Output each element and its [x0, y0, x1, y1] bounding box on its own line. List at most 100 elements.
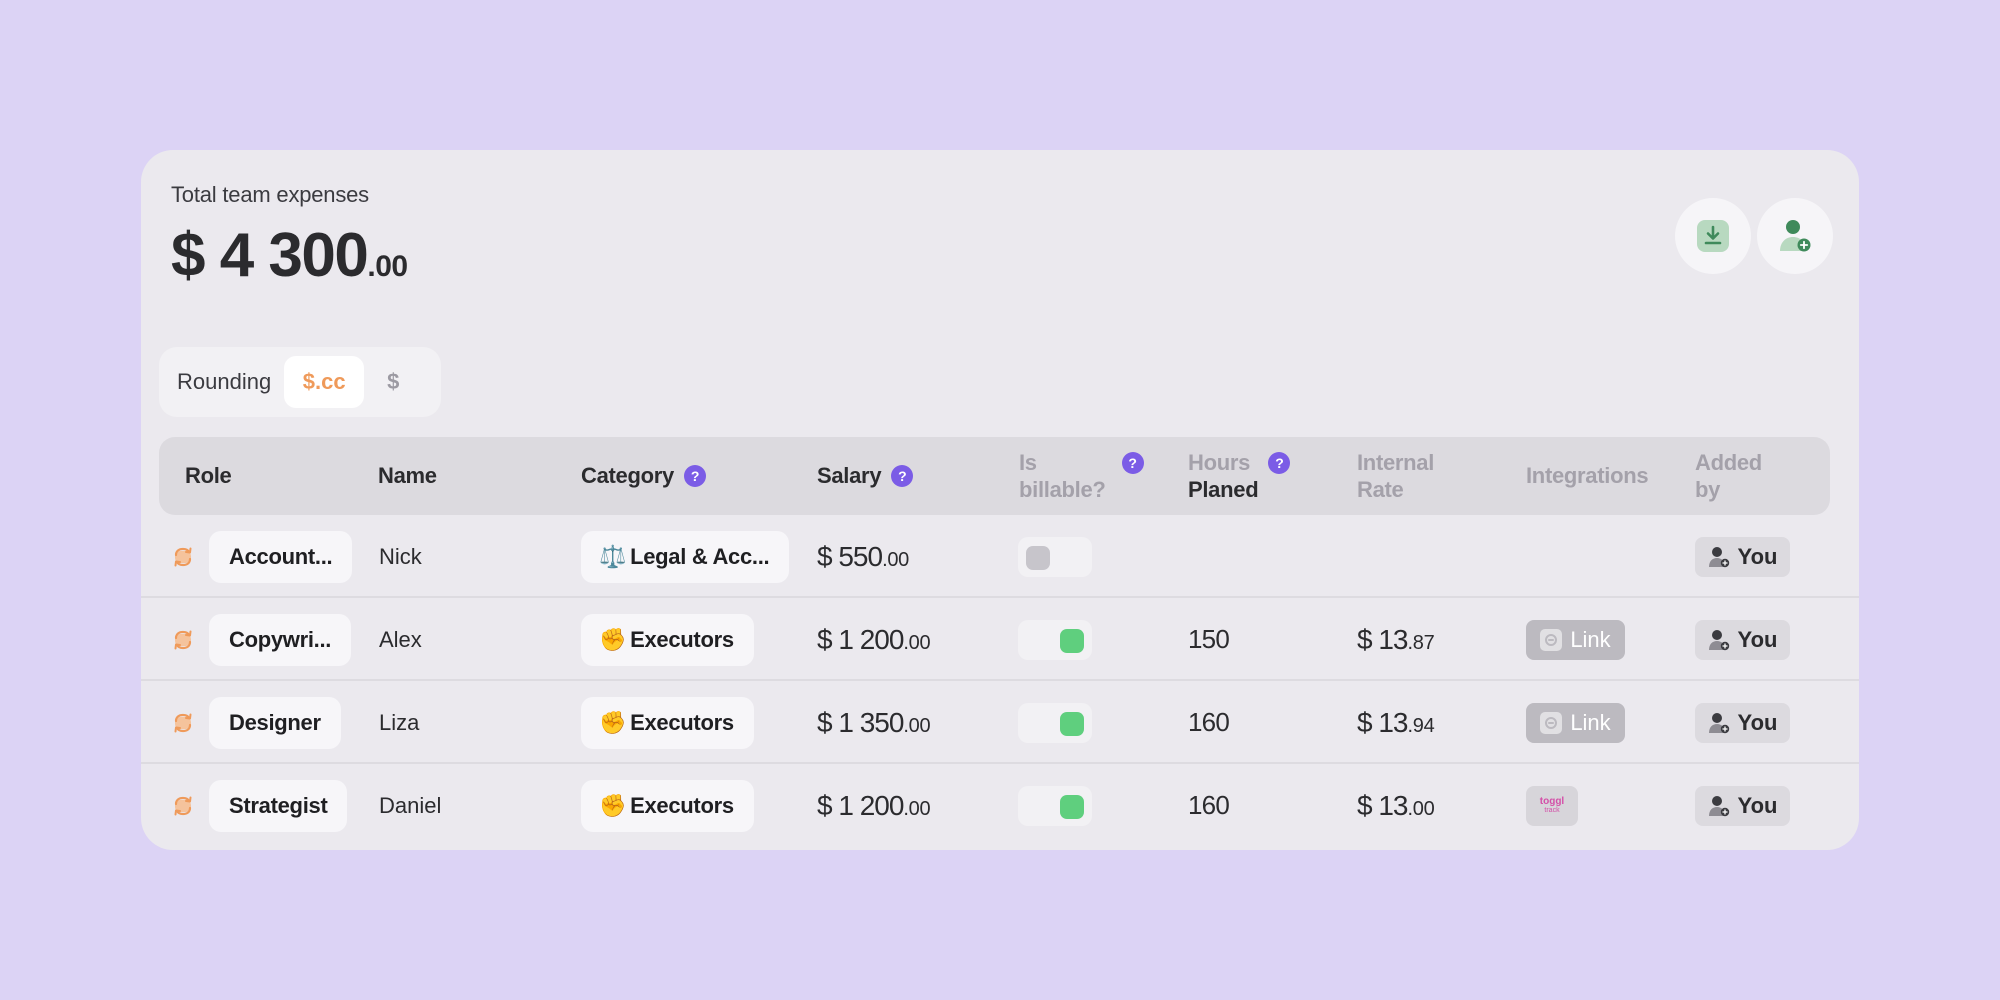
category-emoji-icon: ✊ — [599, 792, 627, 818]
category-emoji-icon: ✊ — [599, 626, 627, 652]
added-by-button[interactable]: You — [1695, 536, 1790, 577]
column-label: Category — [581, 463, 674, 488]
table-row[interactable]: Copywri... Alex ✊ Executors $ 1 200.00 1… — [141, 598, 1859, 681]
integration-link-label: Link — [1570, 709, 1611, 735]
column-label: Planed — [1188, 477, 1259, 502]
added-by-button[interactable]: You — [1695, 702, 1790, 743]
salary-cents: .00 — [903, 714, 931, 737]
billable-toggle[interactable] — [1018, 702, 1092, 743]
category-pill[interactable]: ✊ Executors — [581, 696, 754, 749]
salary-value: $ 1 200.00 — [817, 623, 931, 656]
help-icon[interactable]: ? — [683, 465, 706, 487]
integration-link-button[interactable]: Link — [1526, 619, 1625, 660]
salary-value: $ 1 350.00 — [817, 706, 931, 739]
rounding-option-dollars[interactable]: $ — [364, 356, 422, 408]
role-pill[interactable]: Designer — [209, 696, 341, 749]
table-row[interactable]: Strategist Daniel ✊ Executors $ 1 200.00… — [141, 764, 1859, 847]
add-user-button[interactable] — [1757, 198, 1833, 274]
salary-cents: .00 — [903, 631, 931, 654]
rate-cents: .94 — [1407, 714, 1435, 737]
download-button[interactable] — [1675, 198, 1751, 274]
table-row[interactable]: Account... Nick ⚖️ Legal & Acc... $ 550.… — [141, 515, 1859, 598]
rounding-option-cents[interactable]: $.cc — [284, 356, 365, 408]
billable-toggle[interactable] — [1018, 536, 1092, 577]
integration-link-label: Link — [1570, 626, 1611, 652]
sync-cell — [171, 681, 195, 764]
user-icon — [1708, 629, 1729, 650]
total-main: $ 4 300 — [171, 221, 369, 290]
total-value: $ 4 300.00 — [171, 220, 408, 291]
added-by-label: You — [1737, 709, 1778, 735]
member-name: Alex — [379, 626, 422, 652]
sync-icon[interactable] — [171, 713, 195, 733]
column-header-category[interactable]: Category? — [581, 437, 706, 515]
member-name: Nick — [379, 543, 422, 569]
toggl-track-logo[interactable]: toggl track — [1526, 785, 1578, 826]
column-header-rate[interactable]: Internal Rate — [1357, 437, 1434, 515]
sync-icon[interactable] — [171, 630, 195, 650]
role-pill[interactable]: Copywri... — [209, 613, 352, 666]
category-label: Legal & Acc... — [630, 543, 770, 569]
column-header-integrations[interactable]: Integrations — [1526, 437, 1649, 515]
salary-main: $ 1 350 — [817, 706, 904, 738]
sync-icon[interactable] — [171, 796, 195, 816]
salary-main: $ 1 200 — [817, 789, 904, 821]
integration-cell: Link — [1526, 598, 1625, 681]
category-pill[interactable]: ✊ Executors — [581, 779, 754, 832]
billable-toggle[interactable] — [1018, 619, 1092, 660]
category-emoji-icon: ⚖️ — [599, 543, 627, 569]
category-label: Executors — [630, 792, 734, 818]
sync-cell — [171, 515, 195, 598]
help-icon[interactable]: ? — [891, 465, 914, 487]
added-by-label: You — [1737, 792, 1778, 818]
added-by-button[interactable]: You — [1695, 785, 1790, 826]
toggl-logo-text: toggl — [1539, 795, 1565, 807]
column-header-name[interactable]: Name — [378, 437, 437, 515]
help-icon[interactable]: ? — [1121, 452, 1144, 474]
column-header-salary[interactable]: Salary? — [817, 437, 914, 515]
help-icon[interactable]: ? — [1268, 452, 1291, 474]
sync-icon[interactable] — [171, 547, 195, 567]
toggle-knob — [1060, 794, 1084, 819]
add-user-icon — [1780, 220, 1811, 252]
toggle-knob — [1026, 545, 1050, 570]
integration-cell: toggl track — [1526, 764, 1578, 847]
added-by-button[interactable]: You — [1695, 619, 1790, 660]
billable-toggle[interactable] — [1018, 785, 1092, 826]
role-pill[interactable]: Account... — [209, 530, 353, 583]
category-pill[interactable]: ⚖️ Legal & Acc... — [581, 530, 790, 583]
toggle-knob — [1060, 711, 1084, 736]
category-label: Executors — [630, 709, 734, 735]
link-icon — [1540, 628, 1563, 651]
salary-value: $ 1 200.00 — [817, 789, 931, 822]
integration-cell: Link — [1526, 681, 1625, 764]
column-header-role[interactable]: Role — [185, 437, 232, 515]
salary-main: $ 1 200 — [817, 623, 904, 655]
salary-cents: .00 — [903, 797, 931, 820]
rate-main: $ 13 — [1357, 623, 1408, 655]
column-header-hours[interactable]: Hours Planed ? — [1188, 437, 1291, 515]
rate-main: $ 13 — [1357, 789, 1408, 821]
category-pill[interactable]: ✊ Executors — [581, 613, 754, 666]
team-expenses-card: Total team expenses $ 4 300.00 Rounding … — [141, 150, 1859, 850]
rounding-control: Rounding $.cc $ — [159, 347, 441, 417]
column-label: Added — [1695, 450, 1762, 475]
column-label: by — [1695, 477, 1721, 502]
member-name: Daniel — [379, 792, 442, 818]
integration-link-button[interactable]: Link — [1526, 702, 1625, 743]
role-pill[interactable]: Strategist — [209, 779, 348, 832]
category-label: Executors — [630, 626, 734, 652]
column-header-added-by[interactable]: Added by — [1695, 437, 1762, 515]
link-icon — [1540, 711, 1563, 734]
download-icon — [1697, 220, 1729, 252]
column-header-billable[interactable]: Is billable? ? — [1019, 437, 1144, 515]
top-actions — [1675, 198, 1833, 274]
user-icon — [1708, 712, 1729, 733]
table-row[interactable]: Designer Liza ✊ Executors $ 1 350.00 160… — [141, 681, 1859, 764]
added-by-label: You — [1737, 626, 1778, 652]
column-label: Rate — [1357, 477, 1404, 502]
column-label: Salary — [817, 463, 882, 488]
member-name: Liza — [379, 709, 420, 735]
salary-cents: .00 — [882, 548, 909, 571]
added-by-label: You — [1737, 543, 1778, 569]
